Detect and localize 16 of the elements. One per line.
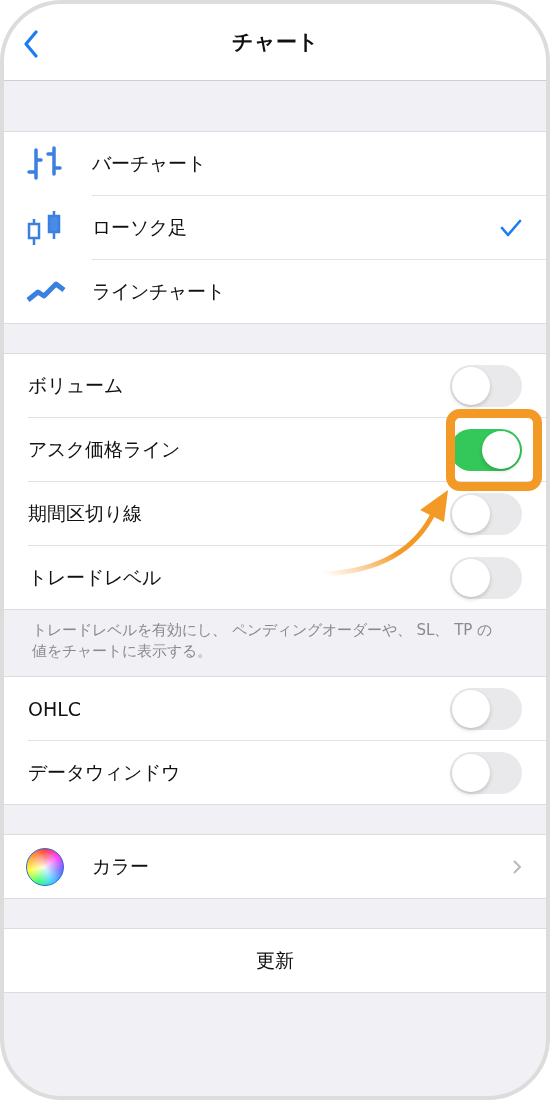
setting-label: アスク価格ライン <box>28 436 181 462</box>
chart-type-item[interactable]: ラインチャート <box>92 260 546 323</box>
setting-label: データウィンドウ <box>28 759 181 785</box>
chart-type-label: ローソク足 <box>92 214 188 240</box>
chart-type-item[interactable]: ローソク足 <box>92 196 546 260</box>
color-label: カラー <box>92 853 150 879</box>
page-title: チャート <box>231 29 319 56</box>
chart-type-label: ラインチャート <box>92 278 226 304</box>
chart-type-item[interactable]: バーチャート <box>92 132 546 196</box>
setting-label: OHLC <box>28 697 83 720</box>
hint-text: トレードレベルを有効にし、 ペンディングオーダーや、 SL、 TP の値をチャートに表示する。 <box>31 620 494 662</box>
setting-label: ボリューム <box>28 372 124 398</box>
chart-type-label: バーチャート <box>92 150 207 176</box>
update-button[interactable]: 更新 <box>4 929 546 992</box>
setting-label: 期間区切り線 <box>28 500 143 526</box>
setting-label: トレードレベル <box>28 564 162 590</box>
